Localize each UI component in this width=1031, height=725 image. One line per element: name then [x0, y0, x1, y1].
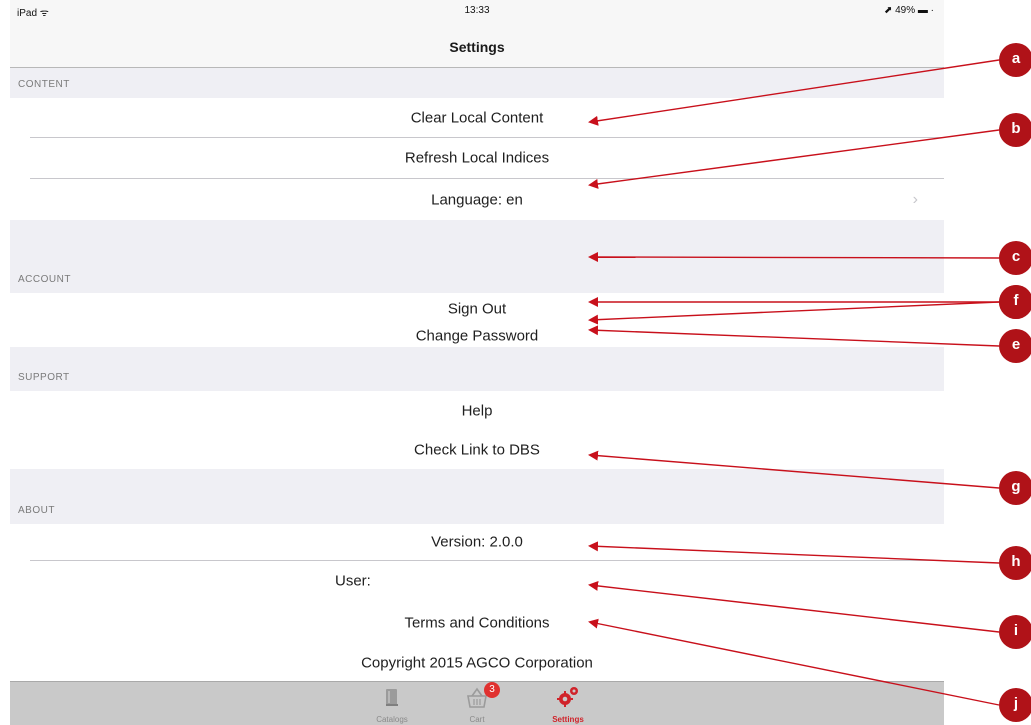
callout-arrow-h	[588, 541, 1000, 564]
callout-c: c	[999, 241, 1031, 275]
callout-j: j	[999, 688, 1031, 722]
callout-arrow-e	[588, 325, 1000, 347]
callout-arrow-b	[588, 129, 1000, 189]
callout-arrow-d	[588, 301, 1000, 325]
annotation-layer	[588, 59, 1000, 706]
callout-i: i	[999, 615, 1031, 649]
callout-a: a	[999, 43, 1031, 77]
callout-b: b	[999, 113, 1031, 147]
callout-arrow-a	[588, 59, 1000, 126]
callout-arrow-g	[588, 450, 1000, 489]
callout-g: g	[999, 471, 1031, 505]
callout-arrow-j	[588, 618, 1000, 706]
callout-arrow-i	[588, 580, 1000, 633]
callout-arrow-c	[588, 252, 1000, 263]
callout-e: e	[999, 329, 1031, 363]
callout-f: f	[999, 285, 1031, 319]
callout-h: h	[999, 546, 1031, 580]
